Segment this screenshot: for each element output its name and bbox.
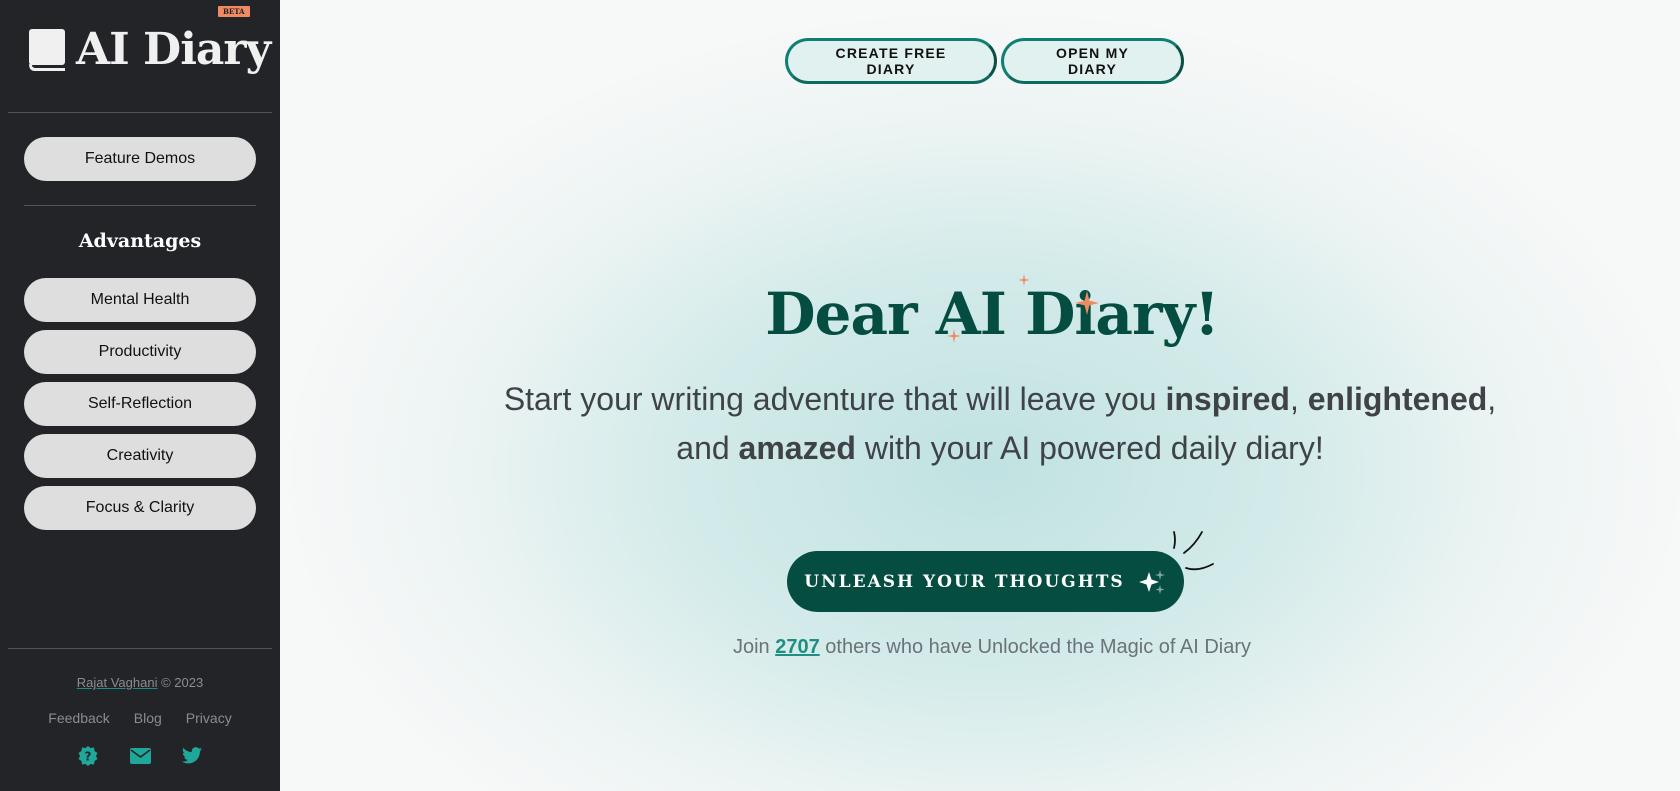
footer-icons: ? xyxy=(0,745,280,766)
sidebar-item-creativity[interactable]: Creativity xyxy=(24,434,256,478)
divider xyxy=(8,648,272,649)
twitter-icon[interactable] xyxy=(182,745,203,766)
blog-link[interactable]: Blog xyxy=(134,710,162,726)
privacy-link[interactable]: Privacy xyxy=(186,710,232,726)
subtitle-text: Start your writing adventure that will l… xyxy=(503,381,1166,417)
sidebar-item-mental-health[interactable]: Mental Health xyxy=(24,278,256,322)
author-link[interactable]: Rajat Vaghani xyxy=(77,675,158,690)
join-suffix: others who have Unlocked the Magic of AI… xyxy=(819,636,1252,658)
divider xyxy=(8,112,272,113)
divider xyxy=(24,205,256,206)
footer-links: Feedback Blog Privacy xyxy=(0,710,280,726)
book-icon xyxy=(28,28,66,72)
create-free-diary-button[interactable]: CREATE FREE DIARY xyxy=(785,38,997,84)
open-my-diary-button[interactable]: OPEN MY DIARY xyxy=(1001,38,1184,84)
hero-title: Dear AI Diary! xyxy=(765,280,1219,348)
sparkle-icon xyxy=(1018,274,1030,286)
join-text: Join 2707 others who have Unlocked the M… xyxy=(280,636,1680,659)
feature-demos-button[interactable]: Feature Demos xyxy=(24,137,256,181)
beta-badge: BETA xyxy=(218,6,250,17)
subtitle-text: with your AI powered daily diary! xyxy=(855,430,1324,466)
main-content: CREATE FREE DIARY OPEN MY DIARY Dear AI … xyxy=(280,0,1680,791)
sidebar-item-focus-clarity[interactable]: Focus & Clarity xyxy=(24,486,256,530)
subtitle-text: , xyxy=(1487,381,1497,417)
subtitle-emphasis: amazed xyxy=(738,430,856,466)
advantages-heading: Advantages xyxy=(78,230,202,252)
unleash-thoughts-button[interactable]: UNLEASH YOUR THOUGHTS xyxy=(787,551,1184,612)
sparkle-icon xyxy=(947,329,961,343)
sparkle-icon xyxy=(1075,291,1099,315)
subtitle-emphasis: inspired xyxy=(1165,381,1290,417)
subtitle-text: and xyxy=(676,430,739,466)
sidebar: AI Diary BETA Feature Demos Advantages M… xyxy=(0,0,280,791)
header-actions: CREATE FREE DIARY OPEN MY DIARY xyxy=(785,38,1184,84)
envelope-icon[interactable] xyxy=(129,745,151,766)
feedback-link[interactable]: Feedback xyxy=(48,710,109,726)
join-prefix: Join xyxy=(732,636,776,658)
subtitle-text: , xyxy=(1289,381,1308,417)
svg-text:?: ? xyxy=(85,749,92,763)
help-badge-icon[interactable]: ? xyxy=(78,745,99,766)
footer-credit: Rajat Vaghani © 2023 xyxy=(0,675,280,690)
logo[interactable]: AI Diary xyxy=(28,24,271,75)
motion-lines-icon xyxy=(1173,531,1214,571)
copyright: © 2023 xyxy=(161,675,204,690)
sidebar-item-productivity[interactable]: Productivity xyxy=(24,330,256,374)
cta-label: UNLEASH YOUR THOUGHTS xyxy=(804,571,1125,592)
sparkles-icon xyxy=(1138,569,1165,594)
subtitle-emphasis: enlightened xyxy=(1307,381,1488,417)
hero-subtitle: Start your writing adventure that will l… xyxy=(460,375,1540,473)
logo-title: AI Diary xyxy=(76,24,271,75)
user-count-link[interactable]: 2707 xyxy=(775,636,820,658)
sidebar-item-self-reflection[interactable]: Self-Reflection xyxy=(24,382,256,426)
